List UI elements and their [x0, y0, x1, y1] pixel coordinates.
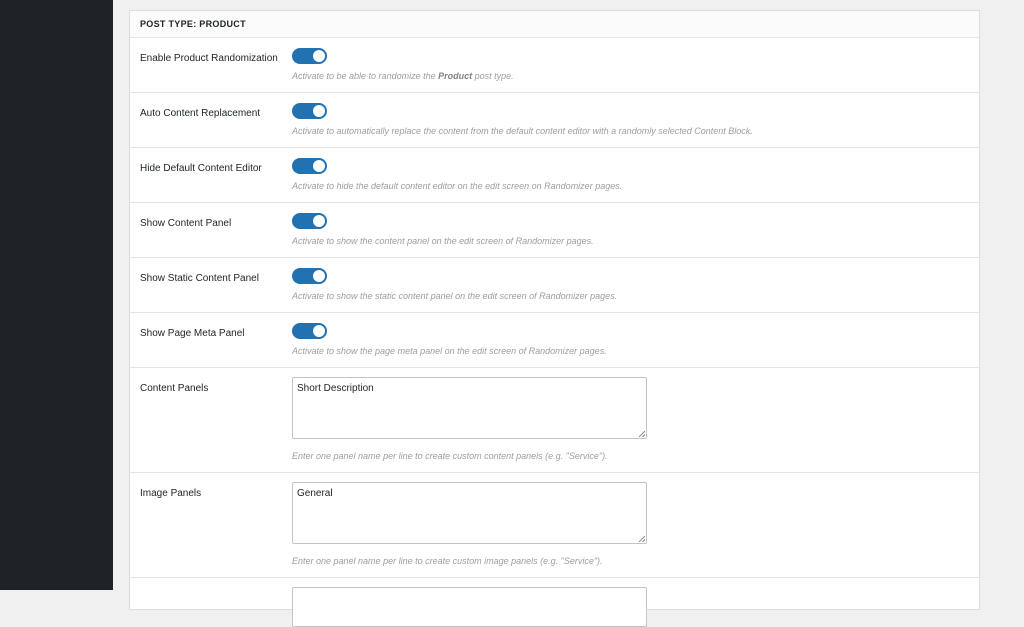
toggle-knob	[313, 270, 325, 282]
auto-content-replacement-toggle[interactable]	[292, 103, 327, 119]
setting-row-auto-content-replacement: Auto Content Replacement Activate to aut…	[130, 93, 979, 148]
content-panels-textarea[interactable]: Short Description	[292, 377, 647, 439]
textarea-value: Short Description	[297, 383, 374, 394]
setting-label: Enable Product Randomization	[140, 53, 278, 64]
setting-description: Activate to be able to randomize the Pro…	[292, 71, 514, 81]
resize-handle-icon[interactable]	[639, 431, 645, 437]
setting-row-enable-randomization: Enable Product Randomization Activate to…	[130, 38, 979, 93]
setting-row-partial	[130, 578, 979, 627]
show-static-content-panel-toggle[interactable]	[292, 268, 327, 284]
setting-description: Activate to show the page meta panel on …	[292, 346, 607, 356]
setting-row-image-panels: Image Panels General Enter one panel nam…	[130, 473, 979, 578]
setting-label: Image Panels	[140, 488, 202, 499]
setting-row-show-static-content-panel: Show Static Content Panel Activate to sh…	[130, 258, 979, 313]
toggle-knob	[313, 325, 325, 337]
setting-description: Enter one panel name per line to create …	[292, 556, 603, 566]
setting-row-hide-default-editor: Hide Default Content Editor Activate to …	[130, 148, 979, 203]
setting-label: Show Static Content Panel	[140, 273, 259, 284]
resize-handle-icon[interactable]	[639, 536, 645, 542]
setting-description: Activate to show the content panel on th…	[292, 236, 594, 246]
enable-randomization-toggle[interactable]	[292, 48, 327, 64]
image-panels-textarea[interactable]: General	[292, 482, 647, 544]
show-page-meta-panel-toggle[interactable]	[292, 323, 327, 339]
setting-row-content-panels: Content Panels Short Description Enter o…	[130, 368, 979, 473]
setting-label: Auto Content Replacement	[140, 108, 261, 119]
partial-textarea[interactable]	[292, 587, 647, 627]
setting-label: Show Page Meta Panel	[140, 328, 245, 339]
textarea-value: General	[297, 488, 333, 499]
content-area: POST TYPE: PRODUCT Enable Product Random…	[113, 0, 1024, 627]
setting-description: Activate to automatically replace the co…	[292, 126, 753, 136]
setting-label: Hide Default Content Editor	[140, 163, 262, 174]
show-content-panel-toggle[interactable]	[292, 213, 327, 229]
toggle-knob	[313, 215, 325, 227]
settings-panel: POST TYPE: PRODUCT Enable Product Random…	[129, 10, 980, 627]
setting-label: Content Panels	[140, 383, 209, 394]
toggle-knob	[313, 105, 325, 117]
hide-default-editor-toggle[interactable]	[292, 158, 327, 174]
toggle-knob	[313, 160, 325, 172]
setting-description: Activate to hide the default content edi…	[292, 181, 623, 191]
admin-sidebar	[0, 0, 113, 590]
setting-description: Enter one panel name per line to create …	[292, 451, 608, 461]
setting-description: Activate to show the static content pane…	[292, 291, 618, 301]
toggle-knob	[313, 50, 325, 62]
panel-title: POST TYPE: PRODUCT	[130, 11, 979, 38]
setting-row-show-content-panel: Show Content Panel Activate to show the …	[130, 203, 979, 258]
setting-row-show-page-meta-panel: Show Page Meta Panel Activate to show th…	[130, 313, 979, 368]
setting-label: Show Content Panel	[140, 218, 232, 229]
